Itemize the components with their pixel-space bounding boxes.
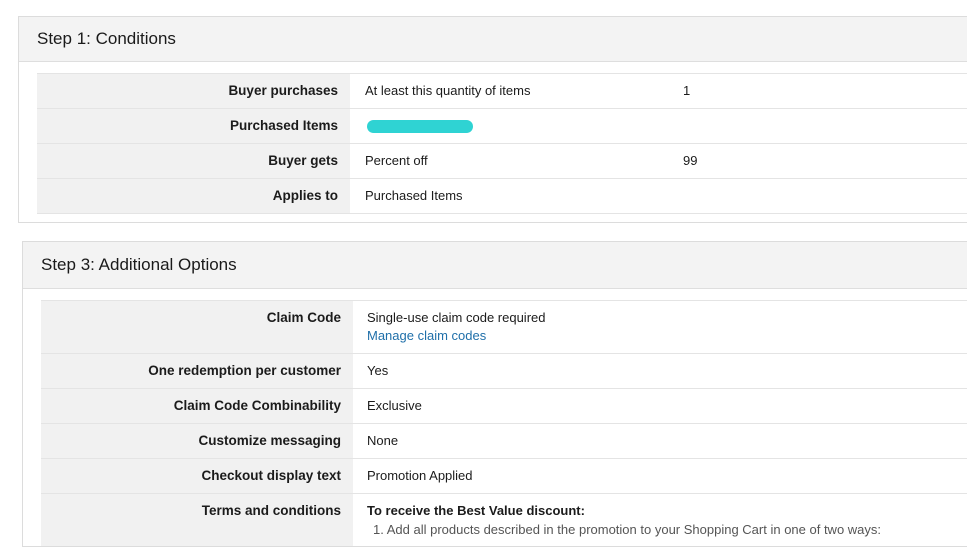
table-row: Buyer gets Percent off 99 — [37, 144, 967, 179]
buyer-purchases-quantity: 1 — [683, 83, 691, 98]
claim-code-text: Single-use claim code required — [367, 310, 546, 325]
purchased-items-value — [350, 109, 683, 143]
table-row: Terms and conditions To receive the Best… — [41, 494, 967, 546]
conditions-table: Buyer purchases At least this quantity o… — [37, 73, 967, 214]
buyer-gets-label: Buyer gets — [37, 144, 350, 178]
claim-code-value: Single-use claim code required Manage cl… — [353, 301, 686, 353]
buyer-purchases-label: Buyer purchases — [37, 74, 350, 108]
conditions-panel: Step 1: Conditions Buyer purchases At le… — [18, 16, 967, 223]
table-row: Claim Code Single-use claim code require… — [41, 301, 967, 354]
checkout-display-text-label: Checkout display text — [41, 459, 353, 493]
buyer-gets-amount: 99 — [683, 153, 698, 168]
additional-options-table: Claim Code Single-use claim code require… — [41, 300, 967, 546]
table-row: One redemption per customer Yes — [41, 354, 967, 389]
claim-code-label: Claim Code — [41, 301, 353, 353]
buyer-gets-value: Percent off — [365, 153, 428, 168]
customize-messaging-label: Customize messaging — [41, 424, 353, 458]
purchased-items-label: Purchased Items — [37, 109, 350, 143]
customize-messaging-value: None — [367, 433, 399, 448]
applies-to-value: Purchased Items — [365, 188, 463, 203]
terms-value: To receive the Best Value discount: 1. A… — [353, 494, 953, 546]
terms-label: Terms and conditions — [41, 494, 353, 546]
buyer-purchases-value: At least this quantity of items — [365, 83, 531, 98]
table-row: Checkout display text Promotion Applied — [41, 459, 967, 494]
checkout-display-text-value: Promotion Applied — [367, 468, 473, 483]
table-row: Purchased Items — [37, 109, 967, 144]
conditions-panel-title: Step 1: Conditions — [19, 17, 967, 62]
table-row: Claim Code Combinability Exclusive — [41, 389, 967, 424]
combinability-label: Claim Code Combinability — [41, 389, 353, 423]
applies-to-label: Applies to — [37, 179, 350, 213]
manage-claim-codes-link[interactable]: Manage claim codes — [367, 328, 686, 343]
one-redemption-label: One redemption per customer — [41, 354, 353, 388]
additional-options-panel-title: Step 3: Additional Options — [23, 242, 967, 289]
table-row: Customize messaging None — [41, 424, 967, 459]
one-redemption-value: Yes — [367, 363, 389, 378]
combinability-value: Exclusive — [367, 398, 422, 413]
terms-step-1: 1. Add all products described in the pro… — [373, 522, 882, 537]
table-row: Buyer purchases At least this quantity o… — [37, 74, 967, 109]
terms-heading: To receive the Best Value discount: — [367, 503, 585, 518]
additional-options-panel: Step 3: Additional Options Claim Code Si… — [22, 241, 967, 547]
table-row: Applies to Purchased Items — [37, 179, 967, 214]
redacted-text-mark — [367, 120, 473, 133]
